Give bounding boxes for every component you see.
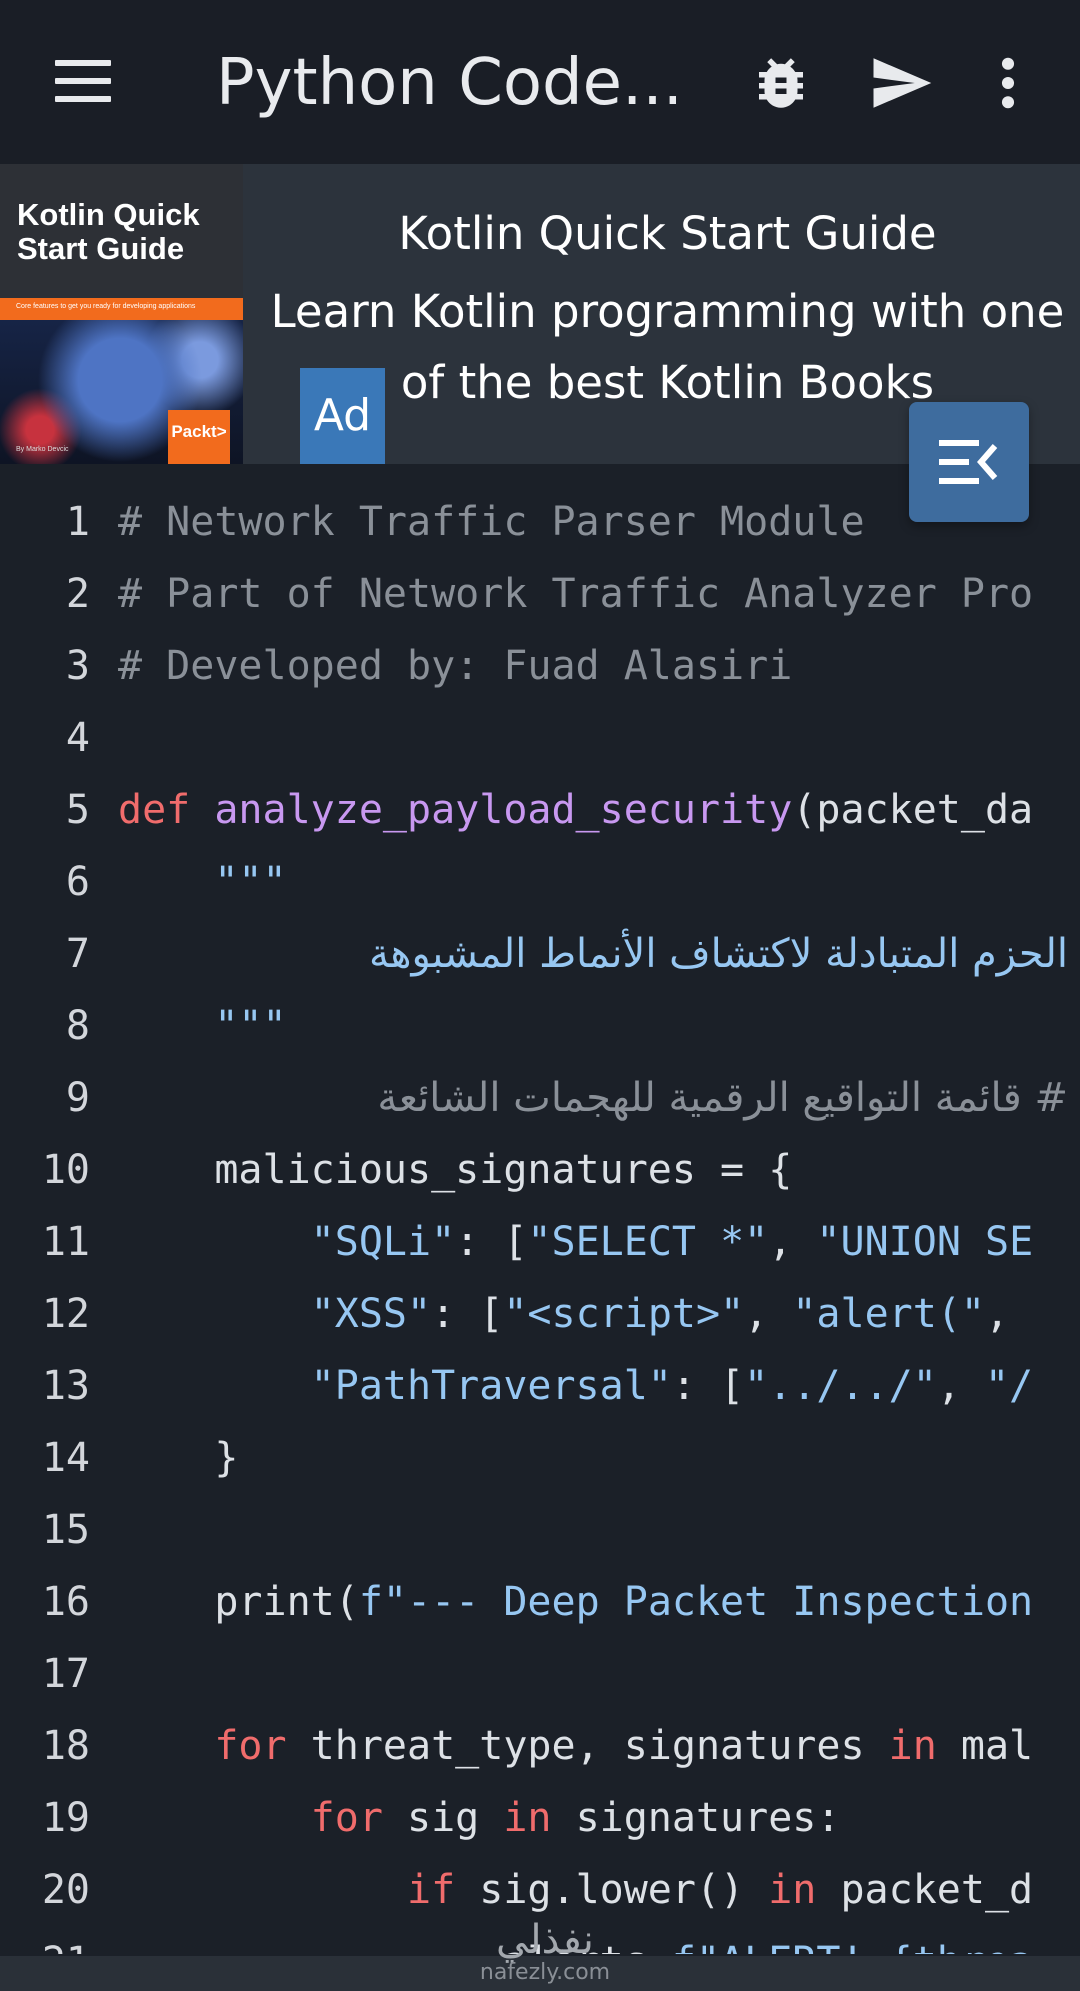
code-text: malicious_signatures = { [118, 1147, 793, 1193]
code-text: if sig.lower() in packet_d [406, 1867, 1034, 1913]
line-number: 21 [0, 1926, 90, 1954]
more-vert-icon[interactable] [990, 50, 1026, 116]
line-number: 3 [65, 643, 90, 689]
line-number: 16 [41, 1579, 90, 1625]
code-text: for threat_type, signatures in mal [214, 1723, 1034, 1769]
code-line: 17 [0, 1638, 1080, 1710]
line-number: 15 [41, 1507, 90, 1553]
code-line: 20 if sig.lower() in packet_d [0, 1854, 1080, 1926]
code-line: 5 def analyze_payload_security(packet_da [0, 774, 1080, 846]
code-line: 6 """ [0, 846, 1080, 918]
code-line: 16 print(f"--- Deep Packet Inspection [0, 1566, 1080, 1638]
code-line: 12 "XSS": ["<script>", "alert(", [0, 1278, 1080, 1350]
watermark-domain: nafezly.com [479, 1960, 611, 1985]
line-number: 14 [41, 1435, 90, 1481]
code-line: 19 for sig in signatures: [0, 1782, 1080, 1854]
line-number: 5 [65, 787, 90, 833]
menu-icon[interactable] [55, 60, 111, 102]
code-line: 14 } [0, 1422, 1080, 1494]
code-rtl-text: الحزم المتبادلة لاكتشاف الأنماط المشبوهة [368, 931, 1068, 977]
code-text: # Developed by: Fuad Alasiri [118, 643, 793, 689]
code-line: 3 # Developed by: Fuad Alasiri [0, 630, 1080, 702]
line-number: 20 [41, 1867, 90, 1913]
packt-logo: Packt> [168, 410, 230, 464]
code-line: 18 for threat_type, signatures in mal [0, 1710, 1080, 1782]
line-number: 19 [41, 1795, 90, 1841]
code-text: """ [118, 1003, 287, 1049]
code-text: """ [118, 859, 287, 905]
code-text: } [118, 1435, 239, 1481]
line-number: 12 [41, 1291, 90, 1337]
code-text: "XSS": ["<script>", "alert(", [310, 1291, 1034, 1337]
code-line: 7 الحزم المتبادلة لاكتشاف الأنماط المشبوه… [0, 918, 1080, 990]
line-number: 18 [41, 1723, 90, 1769]
ad-badge: Ad [300, 368, 385, 464]
code-line: 4 [0, 702, 1080, 774]
code-rtl-text: # قائمة التواقيع الرقمية للهجمات الشائعة [377, 1075, 1068, 1121]
ad-title[interactable]: Kotlin Quick Start Guide [270, 204, 1065, 264]
book-cover-author: By Marko Devcic [16, 446, 69, 453]
code-text: for sig in signatures: [310, 1795, 841, 1841]
book-cover-tagline: Core features to get you ready for devel… [16, 303, 196, 310]
toggle-panel-button[interactable] [909, 402, 1029, 522]
line-number: 4 [65, 715, 90, 761]
code-line: 9 # قائمة التواقيع الرقمية للهجمات الشائع… [0, 1062, 1080, 1134]
code-line: 2 # Part of Network Traffic Analyzer Pro [0, 558, 1080, 630]
code-line: 13 "PathTraversal": ["../../", "/ [0, 1350, 1080, 1422]
code-line: 15 [0, 1494, 1080, 1566]
code-text: "SQLi": ["SELECT *", "UNION SE [310, 1219, 1034, 1265]
line-number: 1 [65, 499, 90, 545]
code-line: 11 "SQLi": ["SELECT *", "UNION SE [0, 1206, 1080, 1278]
line-number: 8 [65, 1003, 90, 1049]
watermark-logo: نفذلي [496, 1917, 594, 1963]
app-title: Python Code... [216, 46, 676, 120]
watermark: نفذلي nafezly.com [470, 1920, 620, 1985]
app-bar: Python Code... [0, 0, 1080, 164]
line-number: 7 [65, 931, 90, 977]
line-number: 9 [65, 1075, 90, 1121]
ad-book-cover[interactable]: Kotlin Quick Start Guide Core features t… [0, 164, 243, 464]
code-text: print(f"--- Deep Packet Inspection [118, 1579, 1034, 1625]
code-text: # Network Traffic Parser Module [118, 499, 865, 545]
line-number: 2 [65, 571, 90, 617]
code-text: "PathTraversal": ["../../", "/ [310, 1363, 1034, 1409]
menu-open-icon [939, 440, 998, 484]
line-number: 10 [41, 1147, 90, 1193]
book-cover-title: Kotlin Quick Start Guide [17, 197, 200, 266]
code-text: # Part of Network Traffic Analyzer Pro [118, 571, 1034, 617]
line-number: 17 [41, 1651, 90, 1697]
code-line: 8 """ [0, 990, 1080, 1062]
bug-icon[interactable] [748, 50, 814, 116]
code-text: def analyze_payload_security(packet_da [118, 787, 1034, 833]
code-line: 10 malicious_signatures = { [0, 1134, 1080, 1206]
line-number: 11 [41, 1219, 90, 1265]
line-number: 13 [41, 1363, 90, 1409]
send-icon[interactable] [866, 50, 936, 116]
ad-description[interactable]: Learn Kotlin programming with one of the… [270, 276, 1065, 418]
code-editor[interactable]: 1 # Network Traffic Parser Module 2 # Part … [0, 464, 1080, 1954]
line-number: 6 [65, 859, 90, 905]
